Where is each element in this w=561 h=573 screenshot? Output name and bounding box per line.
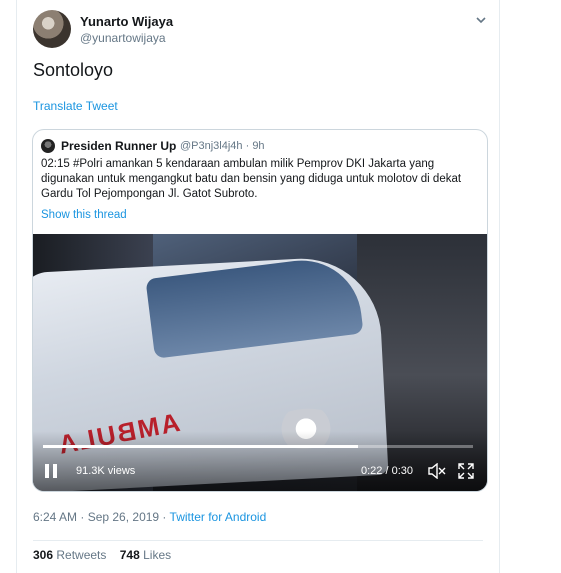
fullscreen-icon[interactable] — [458, 463, 474, 479]
show-thread-link[interactable]: Show this thread — [41, 209, 127, 221]
chevron-down-icon[interactable] — [474, 13, 488, 27]
likes-label[interactable]: Likes — [140, 548, 171, 562]
avatar[interactable] — [33, 10, 71, 48]
ambulance-windshield — [145, 253, 364, 359]
retweets-count[interactable]: 306 — [33, 548, 53, 562]
tweet-meta: 6:24 AM · Sep 26, 2019 · Twitter for And… — [33, 510, 266, 524]
video-views: 91.3K views — [76, 465, 136, 477]
video-player[interactable]: AMBULA 91.3K views 0:22 / 0:30 — [33, 234, 487, 491]
author-name[interactable]: Yunarto Wijaya — [80, 14, 173, 29]
quoted-avatar[interactable] — [41, 139, 55, 153]
quoted-author-name[interactable]: Presiden Runner Up — [61, 139, 176, 153]
quoted-author-handle: @P3nj3l4j4h · 9h — [180, 140, 265, 152]
tweet-card: Yunarto Wijaya @yunartowijaya Sontoloyo … — [16, 0, 500, 573]
tweet-stats: 306 Retweets 748 Likes — [33, 548, 171, 562]
divider — [33, 540, 483, 541]
mute-icon[interactable] — [428, 463, 446, 479]
author-handle[interactable]: @yunartowijaya — [80, 31, 166, 45]
translate-tweet-link[interactable]: Translate Tweet — [33, 99, 118, 113]
retweets-label[interactable]: Retweets — [53, 548, 106, 562]
pause-icon[interactable] — [45, 464, 57, 478]
likes-count[interactable]: 748 — [120, 548, 140, 562]
tweet-timestamp[interactable]: 6:24 AM · Sep 26, 2019 · — [33, 510, 170, 524]
video-progress-bar[interactable] — [43, 445, 473, 448]
quoted-tweet[interactable]: Presiden Runner Up @P3nj3l4j4h · 9h 02:1… — [32, 129, 488, 492]
video-progress-fill — [43, 445, 359, 448]
controls-gradient — [33, 431, 487, 491]
video-time: 0:22 / 0:30 — [361, 465, 413, 477]
tweet-text: Sontoloyo — [33, 60, 114, 80]
quoted-text: 02:15 #Polri amankan 5 kendaraan ambulan… — [41, 158, 462, 200]
tweet-source-link[interactable]: Twitter for Android — [170, 510, 267, 524]
